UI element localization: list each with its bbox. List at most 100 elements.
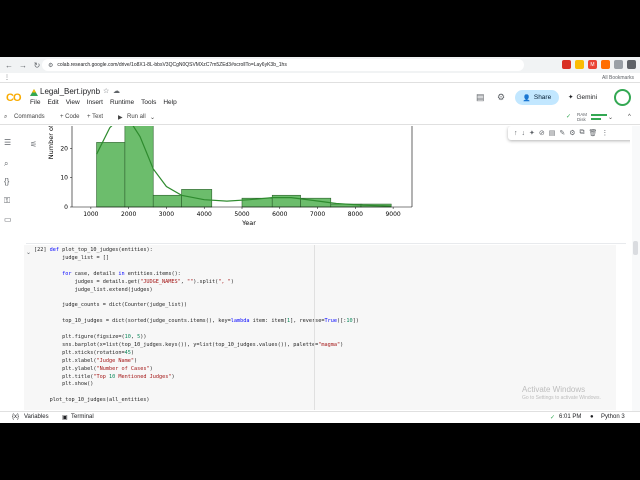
collapse-icon[interactable]: ^ [628,114,631,120]
terminal-button[interactable]: Terminal [71,414,94,420]
settings-icon[interactable]: ⚙ [497,92,505,103]
code-line[interactable]: sns.barplot(x=list(top_10_judges.keys())… [34,342,359,350]
menu-insert[interactable]: Insert [87,99,103,106]
terminal-icon[interactable]: ▣ [62,414,68,421]
histogram-bar [152,194,182,208]
share-label: Share [533,94,552,101]
menu-runtime[interactable]: Runtime [110,99,134,106]
menu-file[interactable]: File [30,99,40,106]
x-tick-label: 5000 [234,211,249,218]
y-tick-label: 0 [64,204,68,211]
add-code-button[interactable]: + Code [60,114,80,120]
code-snippets-icon[interactable]: {} [4,177,14,187]
comments-icon[interactable]: ▤ [476,92,485,103]
variables-icon[interactable]: {x} [12,414,19,420]
x-tick-label: 7000 [310,211,325,218]
forward-icon[interactable]: → [18,60,28,70]
drive-icon [30,89,38,96]
move-up-icon[interactable]: ↑ [514,130,518,137]
star-icon[interactable]: ☆ [103,87,109,95]
chevron-down-icon[interactable]: ⌄ [608,114,613,121]
gmail-icon[interactable]: M [588,60,597,69]
edit-icon[interactable]: ✎ [559,129,565,137]
extension-icon[interactable] [575,60,584,69]
gemini-icon: ✦ [568,94,574,101]
cloud-icon[interactable]: ☁ [113,87,120,95]
code-line[interactable] [34,326,359,334]
gemini-cell-icon[interactable]: ✦ [529,129,535,137]
secrets-icon[interactable]: ⚿ [4,196,14,206]
menu-bar: File Edit View Insert Runtime Tools Help [30,99,177,106]
gemini-button[interactable]: ✦ Gemini [568,93,598,102]
ruler-line [314,245,315,410]
x-tick-label: 3000 [159,211,174,218]
code-line[interactable] [34,294,359,302]
runtime-type[interactable]: Python 3 [601,414,625,420]
back-icon[interactable]: ← [4,60,14,70]
add-text-button[interactable]: + Text [87,114,103,120]
y-tick-label: 20 [60,145,68,152]
comment-icon[interactable]: ▤ [549,129,556,137]
code-line[interactable]: plt.xlabel("Judge Name") [34,358,359,366]
search-icon[interactable]: ⌕ [4,159,14,169]
toc-icon[interactable]: ☰ [4,138,14,148]
chevron-down-icon[interactable]: ⌄ [150,114,155,121]
output-settings-icon[interactable]: ⚟ [30,140,37,149]
code-line[interactable]: judges = details.get("JUDGE_NAMES", "").… [34,279,359,287]
share-button[interactable]: 👤 Share [515,90,559,105]
settings-icon[interactable]: ⚙ [569,129,575,137]
cell-run-indicator[interactable]: ⌄ [26,249,31,256]
code-line[interactable]: plt.figure(figsize=(10, 5)) [34,334,359,342]
code-line[interactable]: judge_list.extend(judges) [34,287,359,295]
apps-icon[interactable]: ⋮ [4,74,10,81]
variables-button[interactable]: Variables [24,414,49,420]
menu-icon[interactable] [627,60,636,69]
menu-tools[interactable]: Tools [141,99,156,106]
delete-icon[interactable]: 🗑 [589,129,598,137]
profile-icon[interactable] [614,60,623,69]
avatar[interactable] [614,89,631,106]
bookmarks-bar: ⋮ All Bookmarks [0,73,640,83]
colab-logo[interactable]: CO [6,92,21,104]
code-line[interactable]: plot_top_10_judges(all_entities) [34,397,359,405]
code-line[interactable]: [22] def plot_top_10_judges(entities): [34,247,359,255]
files-icon[interactable]: ▭ [4,215,14,225]
code-line[interactable]: for case, details in entities.items(): [34,271,359,279]
run-all-icon[interactable]: ▶ [118,114,123,121]
code-line[interactable] [34,310,359,318]
code-line[interactable]: plt.show() [34,381,359,389]
run-all-button[interactable]: Run all [127,114,146,120]
notebook-title[interactable]: Legal_Bert.ipynb [40,87,100,96]
extension-icon[interactable] [601,60,610,69]
code-line[interactable]: judge_list = [] [34,255,359,263]
search-icon[interactable]: ⌕ [4,114,7,121]
move-down-icon[interactable]: ↓ [522,130,526,137]
check-icon: ✓ [550,415,556,421]
address-bar[interactable]: ⚙ colab.research.google.com/drive/1o8X1-… [42,59,524,71]
commands-button[interactable]: Commands [14,114,45,120]
menu-help[interactable]: Help [163,99,176,106]
site-info-icon[interactable]: ⚙ [48,62,53,69]
all-bookmarks[interactable]: All Bookmarks [602,75,634,81]
code-line[interactable]: judge_counts = dict(Counter(judge_list)) [34,302,359,310]
code-line[interactable]: plt.ylabel("Number of Cases") [34,366,359,374]
menu-edit[interactable]: Edit [47,99,58,106]
person-icon: 👤 [522,94,531,102]
menu-view[interactable]: View [66,99,80,106]
code-line[interactable]: top_10_judges = dict(sorted(judge_counts… [34,318,359,326]
scroll-thumb[interactable] [633,241,638,255]
resources-indicator[interactable]: RAM Disk [577,112,587,122]
reload-icon[interactable]: ↻ [32,60,42,70]
extension-icon[interactable] [562,60,571,69]
scrollbar[interactable] [632,126,640,411]
gemini-label: Gemini [576,93,598,101]
code-line[interactable] [34,389,359,397]
more-icon[interactable]: ⋮ [601,129,608,137]
last-run-time[interactable]: 6:01 PM [559,414,581,420]
link-icon[interactable]: ⊘ [539,129,545,137]
code-line[interactable]: plt.xticks(rotation=45) [34,350,359,358]
code-line[interactable]: plt.title("Top 10 Mentioned Judges") [34,374,359,382]
code-editor[interactable]: [22] def plot_top_10_judges(entities): j… [34,247,359,405]
mirror-icon[interactable]: ⧉ [580,129,585,137]
code-line[interactable] [34,263,359,271]
